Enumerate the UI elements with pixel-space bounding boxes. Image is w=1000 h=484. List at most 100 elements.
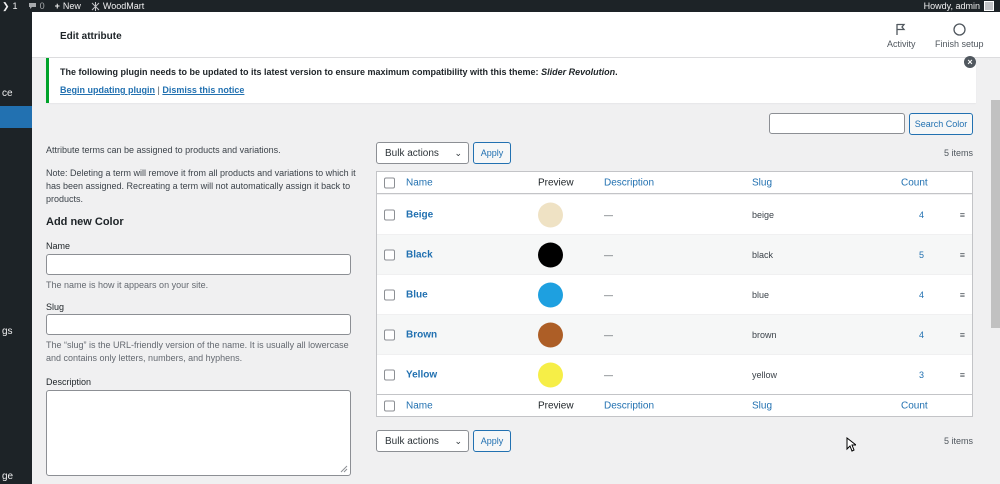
- flag-icon: [894, 22, 908, 36]
- name-field[interactable]: [46, 254, 351, 275]
- column-count[interactable]: Count: [901, 177, 928, 188]
- term-slug: blue: [752, 289, 770, 300]
- page-title: Edit attribute: [60, 31, 122, 42]
- drag-handle-icon[interactable]: ≡: [960, 370, 965, 380]
- plus-icon: +: [54, 1, 60, 11]
- row-checkbox[interactable]: [384, 289, 395, 300]
- table-row: Brown — brown 4 ≡: [377, 314, 972, 354]
- notice-plugin-name: Slider Revolution: [541, 67, 616, 77]
- dismiss-notice-link[interactable]: Dismiss this notice: [162, 85, 244, 95]
- notice-links: Begin updating plugin | Dismiss this not…: [60, 85, 244, 95]
- notice-message: The following plugin needs to be updated…: [60, 67, 618, 77]
- term-count-link[interactable]: 3: [919, 370, 924, 380]
- term-slug: beige: [752, 209, 775, 220]
- color-swatch: [538, 322, 563, 347]
- row-checkbox[interactable]: [384, 329, 395, 340]
- woodmart-logo-icon: [91, 1, 100, 11]
- items-count-bottom: 5 items: [944, 436, 974, 446]
- menu-item-current[interactable]: [0, 106, 38, 128]
- terms-table: Name Preview Description Slug Count Beig…: [376, 171, 973, 417]
- column-description-footer[interactable]: Description: [604, 400, 654, 411]
- term-description: —: [604, 209, 613, 220]
- term-name-link[interactable]: Blue: [406, 289, 428, 300]
- begin-updating-link[interactable]: Begin updating plugin: [60, 85, 155, 95]
- term-name-link[interactable]: Beige: [406, 209, 433, 220]
- term-slug: yellow: [752, 369, 778, 380]
- notice-text-end: .: [615, 67, 618, 77]
- apply-button-bottom[interactable]: Apply: [473, 430, 511, 452]
- column-count-footer[interactable]: Count: [901, 400, 928, 411]
- color-swatch: [538, 362, 563, 387]
- updates-count: 1: [12, 1, 18, 11]
- comments-count: 0: [39, 1, 45, 11]
- menu-item-settings[interactable]: gs: [2, 326, 13, 337]
- notice-text: The following plugin needs to be updated…: [60, 67, 542, 77]
- column-slug-footer[interactable]: Slug: [752, 400, 772, 411]
- description-label: Description: [46, 377, 92, 387]
- chevron-down-icon: ⌄: [454, 148, 462, 158]
- term-name-link[interactable]: Black: [406, 249, 433, 260]
- updates-icon: ❯: [2, 1, 10, 11]
- select-all-checkbox[interactable]: [384, 177, 395, 188]
- term-count-link[interactable]: 4: [919, 210, 924, 220]
- content-area: Edit attribute Activity Finish setup The…: [32, 12, 1000, 484]
- menu-item-woocommerce[interactable]: ce: [2, 88, 13, 99]
- column-name-footer[interactable]: Name: [406, 400, 433, 411]
- resize-handle-icon[interactable]: [340, 465, 348, 473]
- color-swatch: [538, 202, 563, 227]
- drag-handle-icon[interactable]: ≡: [960, 330, 965, 340]
- activity-label: Activity: [887, 39, 916, 49]
- scrollbar[interactable]: [991, 100, 1000, 328]
- menu-item-collapse[interactable]: ge: [2, 471, 13, 482]
- table-row: Yellow — yellow 3 ≡: [377, 354, 972, 394]
- new-label: New: [62, 1, 81, 11]
- updates-item[interactable]: ❯ 1: [2, 0, 18, 12]
- finish-setup-button[interactable]: Finish setup: [935, 22, 984, 49]
- mouse-cursor-icon: [846, 437, 856, 452]
- term-count-link[interactable]: 5: [919, 250, 924, 260]
- comments-item[interactable]: 0: [28, 0, 45, 12]
- search-color-button[interactable]: Search Color: [909, 113, 973, 135]
- form-intro: Attribute terms can be assigned to produ…: [46, 145, 281, 155]
- site-name: WoodMart: [102, 1, 145, 11]
- row-checkbox[interactable]: [384, 209, 395, 220]
- table-row: Black — black 5 ≡: [377, 234, 972, 274]
- form-heading: Add new Color: [46, 216, 124, 228]
- items-count-top: 5 items: [944, 148, 974, 158]
- admin-menu: ce gs ge: [0, 12, 38, 484]
- slug-label: Slug: [46, 302, 65, 312]
- site-name-item[interactable]: WoodMart: [91, 0, 144, 12]
- column-preview-footer: Preview: [538, 400, 574, 411]
- circle-progress-icon: [952, 22, 966, 36]
- term-description: —: [604, 249, 613, 260]
- select-all-checkbox-footer[interactable]: [384, 400, 395, 411]
- close-icon[interactable]: ×: [964, 56, 976, 68]
- term-description: —: [604, 329, 613, 340]
- bulk-actions-value-bottom: Bulk actions: [385, 435, 439, 447]
- slug-field[interactable]: [46, 314, 351, 335]
- description-textarea[interactable]: [46, 390, 351, 476]
- drag-handle-icon[interactable]: ≡: [960, 290, 965, 300]
- table-header: Name Preview Description Slug Count: [377, 172, 972, 194]
- term-name-link[interactable]: Brown: [406, 329, 437, 340]
- search-input[interactable]: [769, 113, 905, 134]
- drag-handle-icon[interactable]: ≡: [960, 210, 965, 220]
- new-content-item[interactable]: + New: [55, 0, 81, 12]
- column-description[interactable]: Description: [604, 177, 654, 188]
- row-checkbox[interactable]: [384, 249, 395, 260]
- term-count-link[interactable]: 4: [919, 290, 924, 300]
- column-name[interactable]: Name: [406, 177, 433, 188]
- drag-handle-icon[interactable]: ≡: [960, 250, 965, 260]
- term-count-link[interactable]: 4: [919, 330, 924, 340]
- bulk-actions-select-bottom[interactable]: Bulk actions ⌄: [376, 430, 469, 452]
- row-checkbox[interactable]: [384, 369, 395, 380]
- term-name-link[interactable]: Yellow: [406, 369, 437, 380]
- apply-button-top[interactable]: Apply: [473, 142, 511, 164]
- chevron-down-icon: ⌄: [454, 436, 462, 446]
- bulk-actions-select-top[interactable]: Bulk actions ⌄: [376, 142, 469, 164]
- table-row: Beige — beige 4 ≡: [377, 194, 972, 234]
- activity-button[interactable]: Activity: [887, 22, 916, 49]
- my-account[interactable]: Howdy, admin: [924, 0, 994, 12]
- column-slug[interactable]: Slug: [752, 177, 772, 188]
- color-swatch: [538, 242, 563, 267]
